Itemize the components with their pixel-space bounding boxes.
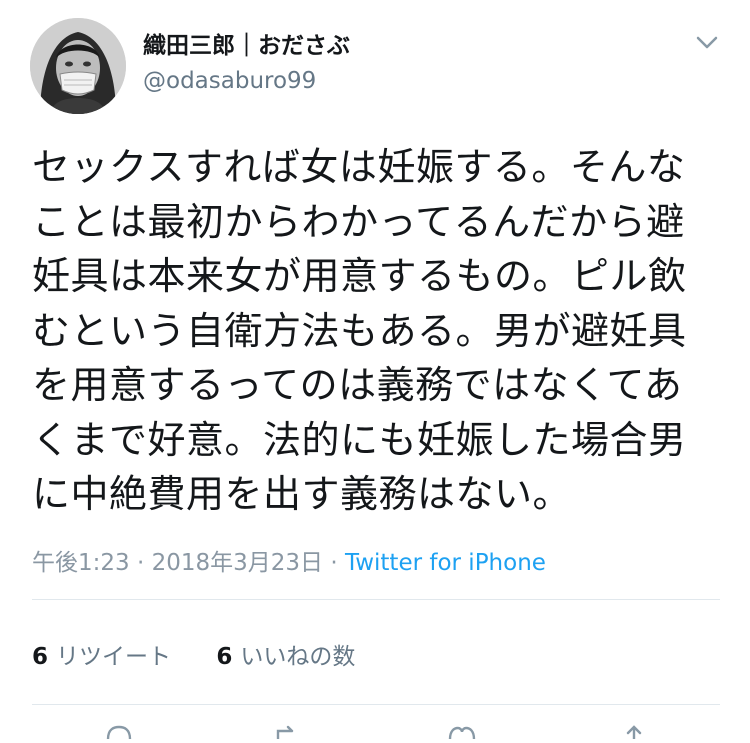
tweet-card: 織田三郎｜おださぶ @odasaburo99 セックスすれば女は妊娠する。そんな… [0,0,750,741]
action-bar [0,724,750,741]
divider [32,599,720,600]
user-avatar-icon [30,18,126,114]
retweets-stat[interactable]: 6 リツイート [32,642,171,672]
meta-separator: · [129,550,152,576]
tweet-text: セックスすれば女は妊娠する。そんな ことは最初からわかってるんだから避 妊具は本… [32,140,722,522]
tweet-text-line: 妊具は本来女が用意するもの。ピル飲 [32,254,687,298]
likes-count: 6 [216,644,233,670]
like-icon[interactable] [446,724,478,743]
retweets-count: 6 [32,644,49,670]
tweet-source-link[interactable]: Twitter for iPhone [345,550,546,576]
tweet-text-line: セックスすれば女は妊娠する。そんな [32,145,686,189]
chevron-down-icon[interactable] [692,30,722,54]
tweet-text-line: くまで好意。法的にも妊娠した場合男 [32,417,687,462]
tweet-time: 午後1:23 [32,550,130,576]
tweet-text-line: を用意するってのは義務ではなくてあ [32,363,683,407]
avatar[interactable] [30,18,126,114]
display-name[interactable]: 織田三郎｜おださぶ [143,31,350,61]
likes-stat[interactable]: 6 いいねの数 [216,642,355,672]
retweets-label: リツイート [56,644,172,670]
retweet-icon[interactable] [272,724,304,743]
tweet-text-line: ことは最初からわかってるんだから避 [32,199,685,244]
reply-icon[interactable] [104,724,134,743]
tweet-text-line: に中絶費用を出す義務はない。 [32,472,572,516]
meta-separator: · [323,550,345,576]
likes-label: いいねの数 [240,644,356,670]
tweet-text-line: むという自衛方法もある。男が避妊具 [32,308,687,353]
tweet-meta: 午後1:23 · 2018年3月23日 · Twitter for iPhone [32,548,546,578]
tweet-date[interactable]: 2018年3月23日 [152,550,323,576]
share-icon[interactable] [620,724,648,743]
tweet-stats: 6 リツイート 6 いいねの数 [32,642,393,672]
user-handle[interactable]: @odasaburo99 [143,66,316,96]
divider [32,704,720,705]
